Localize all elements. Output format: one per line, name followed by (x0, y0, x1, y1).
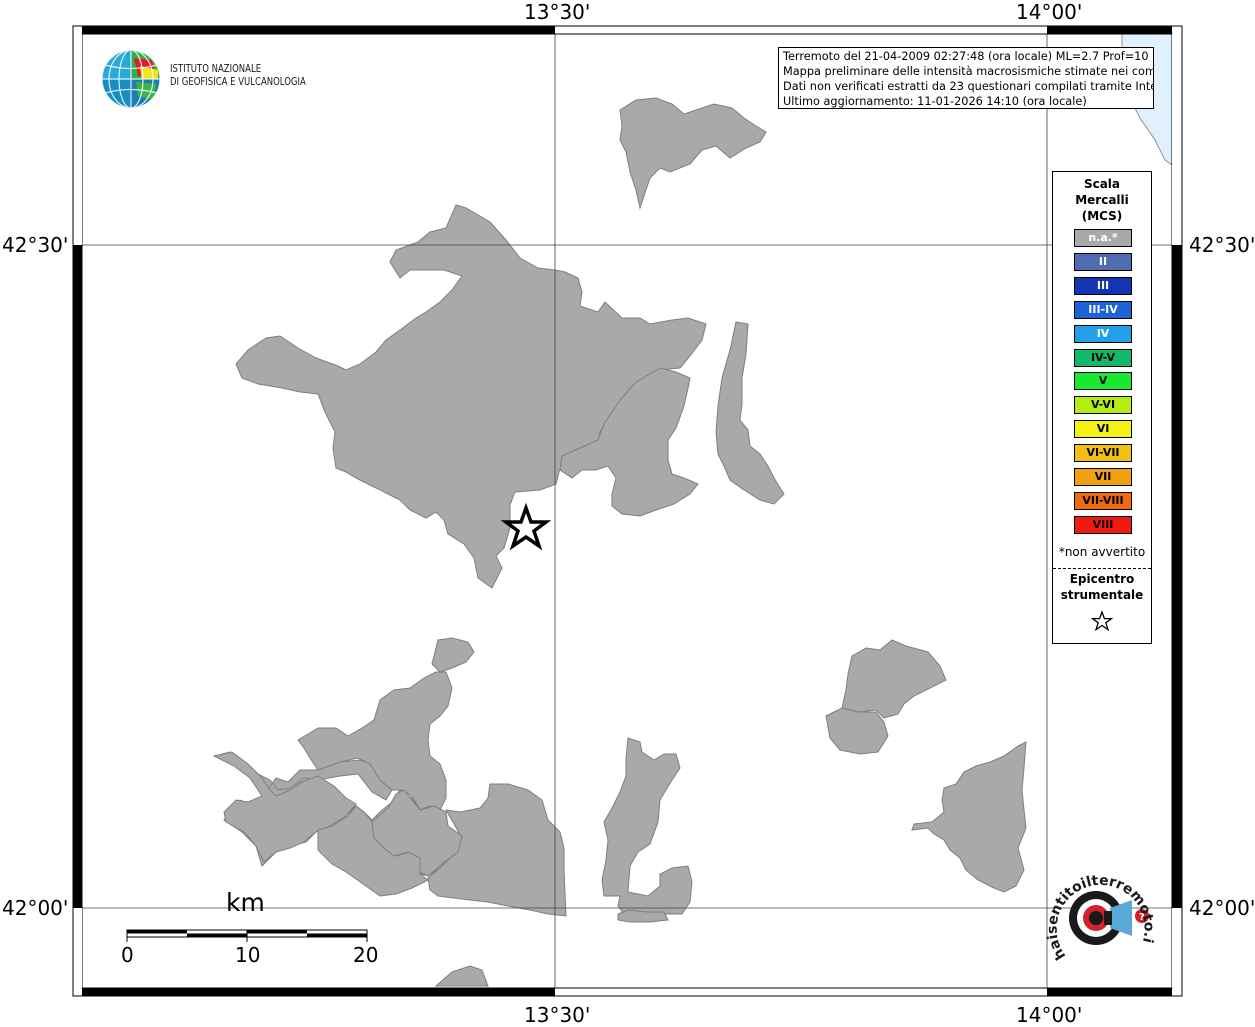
municipality-east-2 (825, 707, 889, 755)
bottom-tick-13-30: 13°30' (524, 1003, 591, 1027)
legend-title-line1: Scala (1083, 177, 1121, 191)
top-tick-14-00: 14°00' (1016, 0, 1083, 24)
municipality-south-west-3 (431, 637, 475, 673)
bottom-tick-14-00: 14°00' (1016, 1003, 1083, 1027)
event-info-line4: Ultimo aggiornamento: 11-01-2026 14:10 (… (783, 95, 1087, 108)
legend-swatch-na: n.a.* (1074, 229, 1132, 247)
legend-title: Scala Mercalli (MCS) (1053, 176, 1151, 224)
top-tick-13-30: 13°30' (524, 0, 591, 24)
legend-swatch-ivv: IV-V (1074, 348, 1132, 367)
right-tick-42-30: 42°30' (1189, 233, 1255, 257)
right-tick-42-00: 42°00' (1189, 896, 1255, 920)
legend-title-line3: (MCS) (1081, 209, 1123, 223)
legend-swatch-iv: IV (1074, 324, 1132, 343)
scale-unit: km (226, 888, 265, 917)
legend-epicentre-label: Epicentro strumentale (1053, 571, 1151, 603)
municipality-top (619, 97, 767, 210)
legend-epicentre-line1: Epicentro (1069, 572, 1135, 586)
legend-swatch-v: V (1074, 372, 1132, 391)
legend-swatch-viiviii: VII-VIII (1074, 491, 1132, 510)
legend-swatch-viii: VIII (1074, 515, 1132, 534)
haisentito-logo: ? haisentitoilterremoto.it (1038, 864, 1157, 963)
municipality-east-1 (841, 639, 947, 719)
municipality-east-strip (715, 321, 785, 505)
legend-swatch-vvi: V-VI (1074, 396, 1132, 415)
legend-epicentre-line2: strumentale (1060, 588, 1144, 602)
municipality-south-central (601, 737, 693, 915)
legend-star-icon (1091, 610, 1113, 632)
event-info-line1: Terremoto del 21-04-2009 02:27:48 (ora l… (783, 50, 1154, 63)
legend-swatch-iii: III (1074, 276, 1132, 295)
municipality-south-central-2 (617, 909, 669, 923)
ingv-logo: ISTITUTO NAZIONALE DI GEOFISICA E VULCAN… (100, 47, 320, 111)
legend-swatch-iiiiv: III-IV (1074, 300, 1132, 319)
ingv-logo-text: ISTITUTO NAZIONALE DI GEOFISICA E VULCAN… (170, 63, 306, 89)
event-info-box: Terremoto del 21-04-2009 02:27:48 (ora l… (778, 47, 1154, 109)
globe-logo-icon (101, 49, 161, 109)
legend-swatch-vi: VI (1074, 420, 1132, 439)
municipality-bottom-partial (434, 965, 489, 987)
left-tick-42-30: 42°30' (2, 233, 69, 257)
legend-swatch-vii: VII (1074, 468, 1132, 486)
scale-label-10: 10 (235, 943, 261, 967)
mcs-legend: Scala Mercalli (MCS) n.a.* II III III-IV IV I… (1052, 171, 1152, 644)
event-info-line3: Dati non verificati estratti da 23 quest… (783, 80, 1154, 93)
legend-title-line2: Mercalli (1075, 193, 1129, 207)
scale-label-0: 0 (121, 943, 134, 967)
epicentre-star (500, 502, 552, 551)
left-tick-42-00: 42°00' (2, 896, 69, 920)
ingv-name-line1: ISTITUTO NAZIONALE (170, 63, 262, 75)
legend-divider (1053, 568, 1151, 569)
municipality-far-east (911, 741, 1027, 893)
legend-swatch-vivii: VI-VII (1074, 444, 1132, 463)
event-info-line2: Mappa preliminare delle intensità macros… (783, 65, 1154, 78)
municipalities (212, 97, 1027, 987)
legend-swatch-ii: II (1074, 252, 1132, 271)
scale-label-20: 20 (353, 943, 379, 967)
scale-bar (126, 929, 368, 942)
legend-note: *non avvertito (1058, 545, 1146, 559)
ingv-name-line2: DI GEOFISICA E VULCANOLOGIA (170, 76, 306, 88)
